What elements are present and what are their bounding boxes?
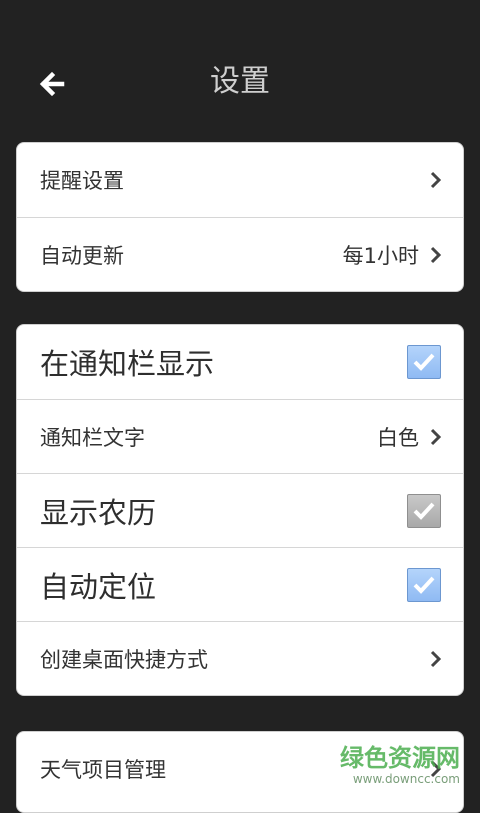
auto-update-label: 自动更新 (40, 243, 124, 268)
checkmark-icon (413, 576, 435, 594)
notification-text-item[interactable]: 通知栏文字 白色 (17, 399, 463, 473)
show-in-notification-item[interactable]: 在通知栏显示 (17, 325, 463, 399)
auto-locate-checkbox[interactable] (407, 567, 441, 602)
show-in-notification-label: 在通知栏显示 (40, 347, 215, 381)
chevron-right-icon (430, 650, 442, 667)
create-shortcut-item[interactable]: 创建桌面快捷方式 (17, 621, 463, 695)
reminder-settings-label: 提醒设置 (40, 169, 124, 193)
checkmark-icon (413, 353, 435, 371)
chevron-right-icon (430, 760, 442, 778)
settings-group-general: 提醒设置 自动更新 每1小时 (16, 142, 464, 292)
top-bar: 设置 (0, 0, 480, 140)
chevron-right-icon (430, 246, 442, 263)
show-lunar-item[interactable]: 显示农历 (17, 473, 463, 547)
settings-group-weather: 天气项目管理 (16, 731, 464, 813)
auto-locate-label: 自动定位 (40, 569, 157, 604)
chevron-right-icon (430, 428, 442, 445)
checkmark-icon (413, 502, 435, 520)
auto-update-item[interactable]: 自动更新 每1小时 (17, 217, 463, 291)
chevron-right-icon (430, 171, 442, 189)
show-in-notification-checkbox[interactable] (407, 345, 441, 379)
reminder-settings-item[interactable]: 提醒设置 (17, 143, 463, 217)
notification-text-value: 白色 (377, 425, 419, 450)
auto-update-value: 每1小时 (342, 243, 419, 268)
page-title: 设置 (210, 64, 270, 99)
settings-group-display: 在通知栏显示 通知栏文字 白色 显示农历 自动定位 创建桌面快捷方式 (16, 324, 464, 696)
weather-items-management-label: 天气项目管理 (40, 758, 166, 782)
weather-items-management-item[interactable]: 天气项目管理 (17, 732, 463, 806)
notification-text-label: 通知栏文字 (40, 425, 145, 450)
show-lunar-label: 显示农历 (40, 495, 157, 530)
auto-locate-item[interactable]: 自动定位 (17, 547, 463, 621)
show-lunar-checkbox[interactable] (407, 493, 441, 528)
create-shortcut-label: 创建桌面快捷方式 (40, 647, 208, 672)
